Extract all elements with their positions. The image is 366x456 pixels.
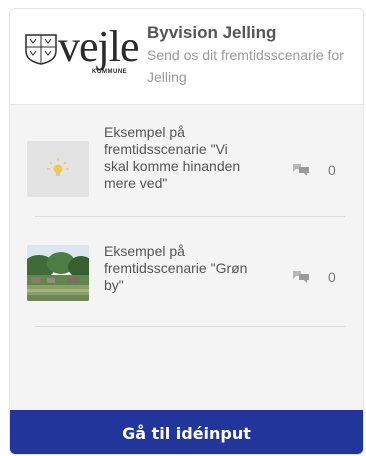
logo-kommune-text: KOMMUNE [92, 69, 128, 75]
item-text: Eksempel på fremtidsscenarie "Vi skal ko… [104, 124, 241, 191]
list-item[interactable]: Eksempel på fremtidsscenarie "Grøn by" 0 [27, 217, 345, 327]
logo-wordmark: vejle [58, 22, 140, 71]
comment-count: 0 [328, 269, 336, 285]
vejle-kommune-logo: vejle KOMMUNE [24, 22, 144, 91]
comment-count: 0 [328, 162, 336, 178]
comment-counter: 0 [292, 269, 352, 285]
ideas-widget: vejle KOMMUNE Byvision Jelling Send os d… [9, 8, 364, 455]
header-text: Byvision Jelling Send os dit fremtidssce… [147, 23, 357, 88]
comments-icon [293, 164, 309, 176]
widget-title: Byvision Jelling [147, 23, 277, 42]
item-text: Eksempel på fremtidsscenarie "Grøn by" [104, 243, 248, 293]
comment-counter: 0 [292, 162, 352, 178]
item-divider [35, 326, 345, 327]
photo-green-town [27, 245, 89, 301]
crest-icon [25, 34, 57, 65]
lightbulb-thumbnail [27, 141, 89, 197]
widget-subtitle: Send os dit fremtidsscenarie for Jelling [147, 47, 344, 85]
go-to-idea-input-button[interactable]: Gå til idéinput [10, 410, 363, 454]
lightbulb-icon [47, 158, 69, 176]
widget-header: vejle KOMMUNE Byvision Jelling Send os d… [10, 9, 363, 105]
list-item[interactable]: Eksempel på fremtidsscenarie "Vi skal ko… [27, 107, 345, 217]
comments-icon [293, 271, 309, 283]
idea-list: Eksempel på fremtidsscenarie "Vi skal ko… [10, 105, 363, 410]
green-town-thumbnail [27, 245, 89, 301]
